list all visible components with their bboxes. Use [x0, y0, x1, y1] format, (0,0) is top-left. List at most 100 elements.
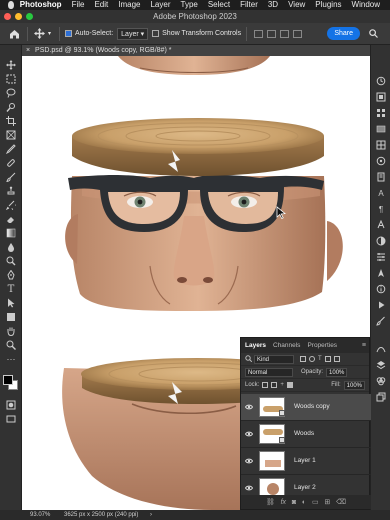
filter-kind-dropdown[interactable]: Kind [254, 354, 294, 364]
apple-icon[interactable] [8, 1, 14, 9]
visibility-eye-icon[interactable] [244, 430, 254, 438]
layer-row-woods[interactable]: Woods [241, 421, 371, 448]
layers-panel-icon[interactable] [375, 359, 387, 371]
gradient-tool-icon[interactable] [5, 227, 17, 239]
align-right-icon[interactable] [280, 29, 290, 38]
pen-tool-icon[interactable] [5, 269, 17, 281]
properties-panel-icon[interactable] [375, 251, 387, 263]
type-tool-icon[interactable]: T [5, 283, 17, 295]
menu-edit[interactable]: Edit [94, 0, 108, 10]
visibility-eye-icon[interactable] [244, 484, 254, 492]
menu-view[interactable]: View [288, 0, 305, 10]
menu-window[interactable]: Window [352, 0, 380, 10]
filter-smart-icon[interactable] [333, 356, 340, 362]
swatches-panel-icon[interactable] [375, 107, 387, 119]
character-panel-icon[interactable]: A [375, 187, 387, 199]
adjustment-layer-icon[interactable]: ◐ [302, 499, 306, 506]
visibility-eye-icon[interactable] [244, 403, 254, 411]
menu-type[interactable]: Type [181, 0, 198, 10]
layer-row-woods-copy[interactable]: Woods copy [241, 394, 371, 421]
navigator-panel-icon[interactable] [375, 267, 387, 279]
quick-select-tool-icon[interactable] [5, 101, 17, 113]
align-left-icon[interactable] [254, 29, 264, 38]
menu-image[interactable]: Image [118, 0, 140, 10]
info-panel-icon[interactable] [375, 283, 387, 295]
delete-layer-icon[interactable]: ⌫ [336, 498, 346, 506]
glyphs-panel-icon[interactable] [375, 219, 387, 231]
align-center-icon[interactable] [267, 29, 277, 38]
frame-tool-icon[interactable] [5, 129, 17, 141]
chevron-down-icon[interactable]: ▾ [48, 30, 51, 37]
foreground-color-swatch[interactable] [3, 375, 13, 385]
menu-filter[interactable]: Filter [240, 0, 258, 10]
layer-comps-panel-icon[interactable] [375, 391, 387, 403]
auto-select-dropdown[interactable]: Layer ▾ [117, 27, 149, 40]
dodge-tool-icon[interactable] [5, 255, 17, 267]
layer-name[interactable]: Woods copy [294, 403, 330, 410]
tab-properties[interactable]: Properties [307, 342, 337, 349]
color-panel-icon[interactable] [375, 91, 387, 103]
shape-tool-icon[interactable] [5, 311, 17, 323]
filter-type-icon[interactable]: T [318, 356, 322, 362]
zoom-level[interactable]: 93.07% [30, 510, 50, 520]
status-chevron-icon[interactable]: › [150, 510, 152, 520]
paths-panel-icon[interactable] [375, 343, 387, 355]
close-window-icon[interactable] [4, 13, 11, 20]
filter-shape-icon[interactable] [324, 356, 331, 362]
new-layer-icon[interactable]: ⊞ [324, 498, 330, 506]
home-icon[interactable] [6, 26, 22, 42]
link-layers-icon[interactable]: ⛓ [266, 498, 275, 506]
layer-name[interactable]: Woods [294, 430, 314, 437]
fill-input[interactable]: 100% [343, 380, 365, 390]
close-tab-icon[interactable]: × [26, 47, 30, 54]
lock-pixels-icon[interactable] [262, 382, 269, 388]
filter-pixel-icon[interactable] [300, 356, 306, 362]
marquee-tool-icon[interactable] [5, 73, 17, 85]
filter-adjust-icon[interactable] [309, 356, 315, 362]
edit-toolbar-icon[interactable]: ··· [5, 353, 17, 365]
eraser-tool-icon[interactable] [5, 213, 17, 225]
move-tool-icon[interactable] [33, 28, 45, 40]
paragraph-panel-icon[interactable]: ¶ [375, 203, 387, 215]
menu-photoshop[interactable]: Photoshop [20, 0, 62, 10]
zoom-window-icon[interactable] [26, 13, 33, 20]
menu-3d[interactable]: 3D [268, 0, 278, 10]
clone-stamp-tool-icon[interactable] [5, 185, 17, 197]
history-panel-icon[interactable] [375, 75, 387, 87]
quick-mask-icon[interactable] [5, 399, 17, 411]
menu-plugins[interactable]: Plugins [315, 0, 341, 10]
layer-row-layer-2[interactable]: Layer 2 [241, 475, 371, 497]
brush-tool-icon[interactable] [5, 171, 17, 183]
history-brush-tool-icon[interactable] [5, 199, 17, 211]
channels-panel-icon[interactable] [375, 375, 387, 387]
screen-mode-icon[interactable] [5, 413, 17, 425]
new-group-icon[interactable]: ▭ [312, 498, 319, 506]
auto-select-checkbox[interactable] [65, 30, 73, 37]
blend-mode-dropdown[interactable]: Normal [245, 367, 293, 377]
lasso-tool-icon[interactable] [5, 87, 17, 99]
tab-layers[interactable]: Layers [245, 342, 266, 349]
document-tab[interactable]: × PSD.psd @ 93.1% (Woods copy, RGB/8#) * [22, 45, 370, 56]
share-button[interactable]: Share [327, 27, 360, 40]
opacity-input[interactable]: 100% [326, 367, 348, 377]
show-transform-checkbox[interactable] [152, 30, 160, 37]
path-selection-tool-icon[interactable] [5, 297, 17, 309]
lock-position-icon[interactable]: + [280, 382, 284, 388]
add-mask-icon[interactable]: ◙ [292, 499, 296, 506]
menu-file[interactable]: File [72, 0, 85, 10]
hand-tool-icon[interactable] [5, 325, 17, 337]
crop-tool-icon[interactable] [5, 115, 17, 127]
blur-tool-icon[interactable] [5, 241, 17, 253]
distribute-icon[interactable] [293, 29, 303, 38]
search-icon[interactable] [369, 29, 378, 40]
layer-effects-button[interactable]: fx [281, 499, 286, 506]
visibility-eye-icon[interactable] [244, 457, 254, 465]
panel-menu-icon[interactable]: ≡ [362, 342, 366, 349]
layer-name[interactable]: Layer 1 [294, 457, 316, 464]
libraries-panel-icon[interactable] [375, 171, 387, 183]
gradients-panel-icon[interactable] [375, 123, 387, 135]
move-tool-icon[interactable] [5, 59, 17, 71]
zoom-tool-icon[interactable] [5, 339, 17, 351]
adjustments-panel-icon[interactable] [375, 235, 387, 247]
lock-paint-icon[interactable] [271, 382, 278, 388]
